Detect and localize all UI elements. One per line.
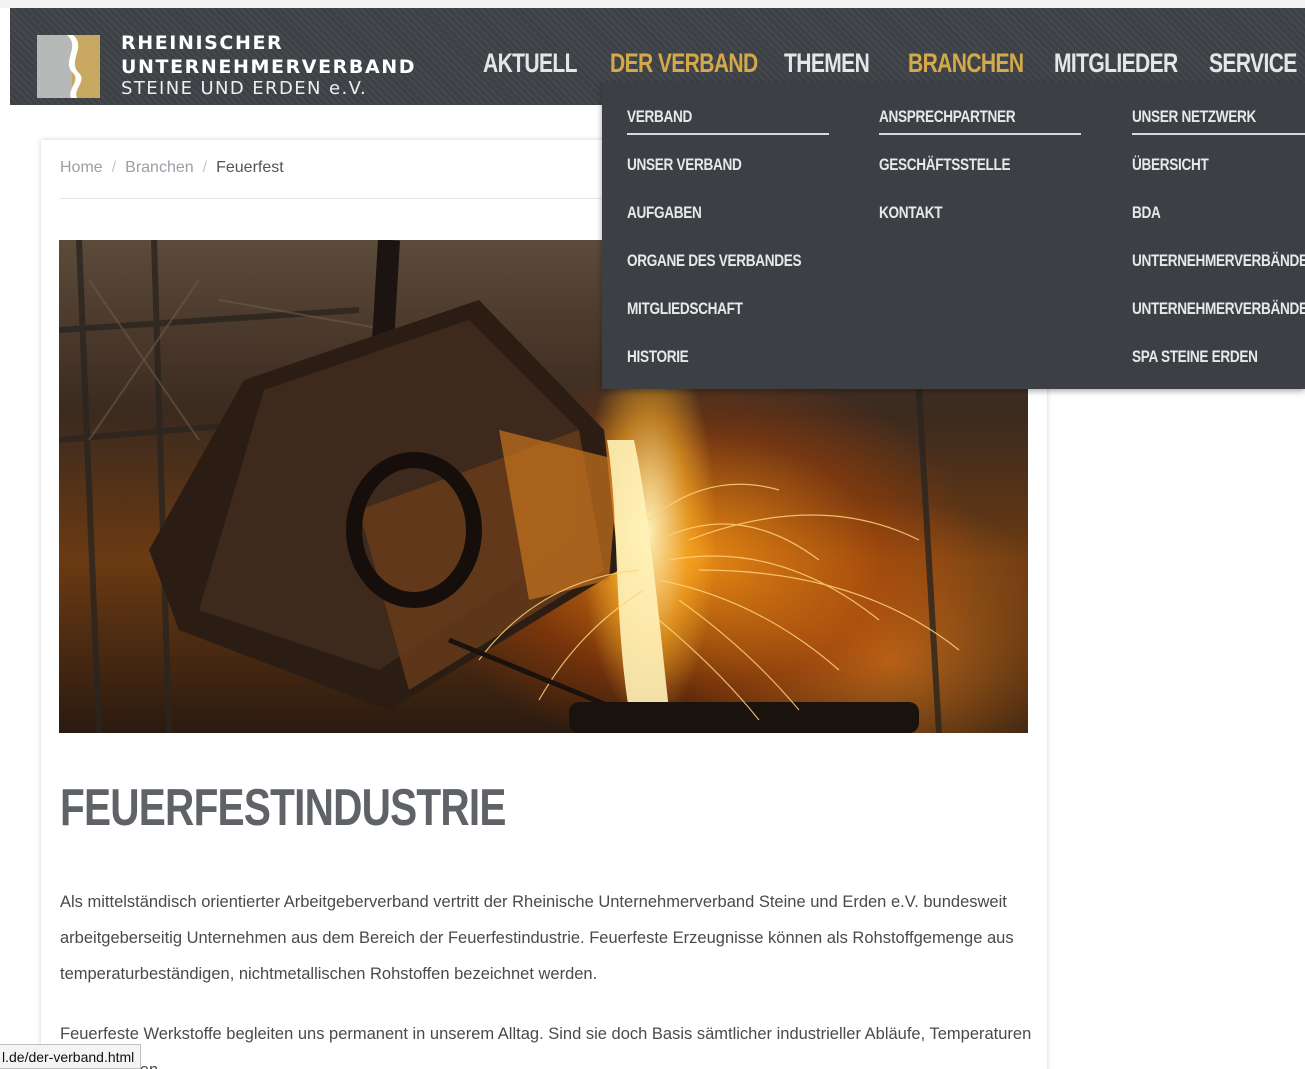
dropdown-link-uebersicht[interactable]: ÜBERSICHT: [1132, 155, 1305, 203]
second-paragraph: Feuerfeste Werkstoffe begleiten uns perm…: [60, 1025, 1032, 1069]
dropdown-heading-verband[interactable]: VERBAND: [627, 107, 801, 133]
dropdown-heading-rule: [1132, 133, 1305, 135]
breadcrumb-separator: /: [202, 159, 208, 176]
breadcrumb-current: Feuerfest: [216, 159, 284, 176]
breadcrumb-branchen[interactable]: Branchen: [125, 159, 194, 176]
dropdown-link-geschaeftsstelle[interactable]: GESCHÄFTSSTELLE: [879, 155, 1041, 203]
nav-branchen[interactable]: BRANCHEN: [908, 48, 1024, 79]
browser-top-strip: [0, 0, 1305, 8]
dropdown-heading-rule: [879, 133, 1081, 135]
dropdown-heading-rule: [627, 133, 829, 135]
dropdown-link-unser-verband[interactable]: UNSER VERBAND: [627, 155, 801, 203]
dropdown-link-spa-steine-erden[interactable]: SPA STEINE ERDEN: [1132, 347, 1305, 389]
dropdown-column-netzwerk: UNSER NETZWERK ÜBERSICHT BDA UNTERNEHMER…: [1132, 107, 1305, 389]
page-title: FEUERFESTINDUSTRIE: [60, 779, 506, 837]
dropdown-link-mitgliedschaft[interactable]: MITGLIEDSCHAFT: [627, 299, 801, 347]
logo-line-1: RHEINISCHER: [121, 32, 284, 54]
dropdown-link-unternehmerverbaende-n[interactable]: UNTERNEHMERVERBÄNDE N: [1132, 299, 1305, 347]
logo-wordmark[interactable]: RHEINISCHER UNTERNEHMERVERBAND STEINE UN…: [121, 31, 416, 99]
logo-line-3: STEINE UND ERDEN e.V.: [121, 78, 368, 99]
dropdown-column-ansprechpartner: ANSPRECHPARTNER GESCHÄFTSSTELLE KONTAKT: [879, 107, 1081, 251]
logo-line-2: UNTERNEHMERVERBAND: [121, 56, 417, 78]
dropdown-link-aufgaben[interactable]: AUFGABEN: [627, 203, 801, 251]
nav-der-verband[interactable]: DER VERBAND: [610, 48, 758, 79]
nav-mitglieder[interactable]: MITGLIEDER: [1054, 48, 1178, 79]
intro-paragraph: Als mittelständisch orientierter Arbeitg…: [60, 893, 1014, 983]
browser-status-url: l.de/der-verband.html: [0, 1044, 142, 1069]
dropdown-link-unternehmerverbaende-r[interactable]: UNTERNEHMERVERBÄNDE R: [1132, 251, 1305, 299]
dropdown-link-bda[interactable]: BDA: [1132, 203, 1305, 251]
dropdown-link-organe[interactable]: ORGANE DES VERBANDES: [627, 251, 802, 299]
dropdown-link-kontakt[interactable]: KONTAKT: [879, 203, 1041, 251]
logo-wave-icon: [67, 35, 82, 98]
dropdown-heading-netzwerk[interactable]: UNSER NETZWERK: [1132, 107, 1305, 133]
breadcrumb-separator: /: [111, 159, 117, 176]
nav-themen[interactable]: THEMEN: [784, 48, 870, 79]
dropdown-heading-ansprechpartner[interactable]: ANSPRECHPARTNER: [879, 107, 1041, 133]
nav-service[interactable]: SERVICE: [1209, 48, 1297, 79]
dropdown-column-verband: VERBAND UNSER VERBAND AUFGABEN ORGANE DE…: [627, 107, 845, 389]
breadcrumb-home[interactable]: Home: [60, 159, 103, 176]
nav-aktuell[interactable]: AKTUELL: [483, 48, 578, 79]
breadcrumb: Home / Branchen / Feuerfest: [60, 159, 284, 177]
mega-menu-dropdown: VERBAND UNSER VERBAND AUFGABEN ORGANE DE…: [602, 83, 1305, 389]
logo-icon[interactable]: [37, 35, 100, 98]
dropdown-link-historie[interactable]: HISTORIE: [627, 347, 801, 389]
